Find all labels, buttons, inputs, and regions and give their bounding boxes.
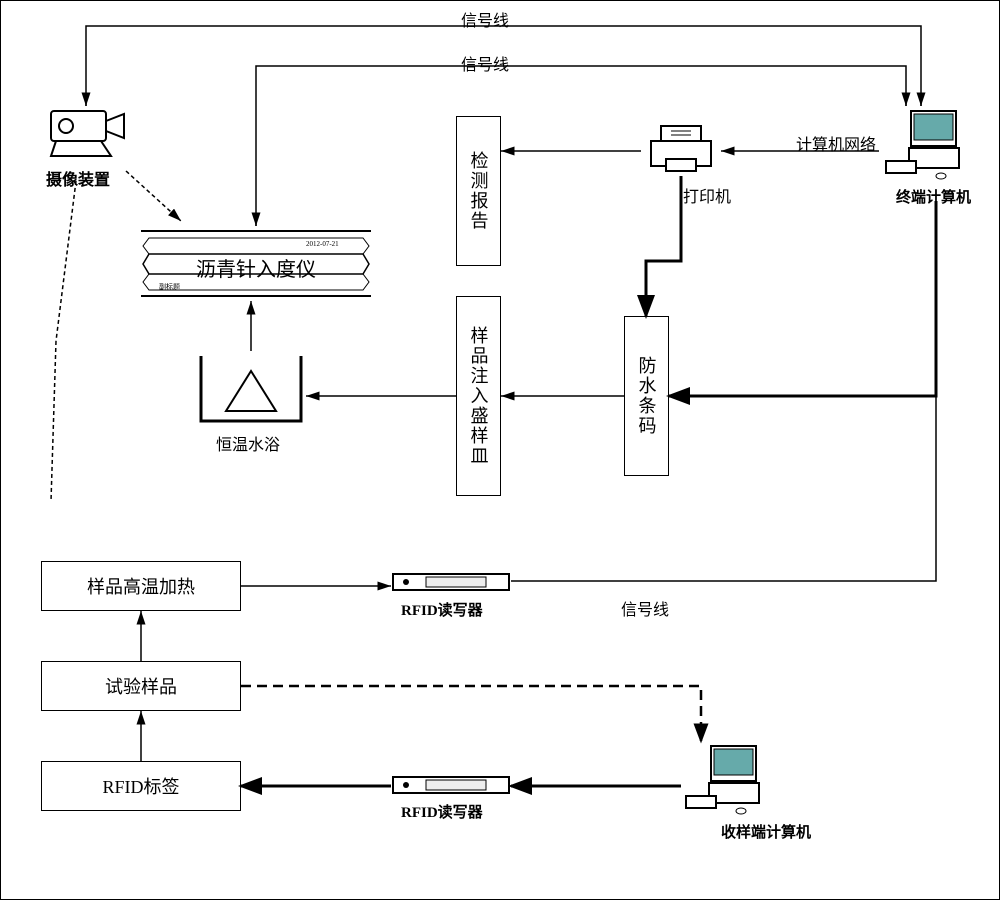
camera-label: 摄像装置 bbox=[46, 166, 110, 190]
sample-heat-label: 样品高温加热 bbox=[87, 573, 195, 599]
receiver-computer-icon bbox=[681, 741, 771, 816]
printer-label: 打印机 bbox=[683, 183, 731, 207]
rfid-tag-label: RFID标签 bbox=[102, 773, 179, 799]
water-bath-label: 恒温水浴 bbox=[216, 431, 280, 455]
receiver-computer-label: 收样端计算机 bbox=[721, 821, 811, 842]
camera-icon bbox=[46, 106, 126, 161]
penetrometer-label: 沥青针入度仪 bbox=[196, 253, 316, 282]
diagram-container: 信号线 信号线 计算机网络 打印机 摄像装置 终端计算机 bbox=[0, 0, 1000, 900]
signal-line-mid-label: 信号线 bbox=[621, 596, 669, 620]
test-report-label: 检测报告 bbox=[466, 151, 492, 231]
rfid-reader-bottom-icon bbox=[391, 769, 511, 799]
rfid-reader-bottom-label: RFID读写器 bbox=[401, 801, 483, 822]
signal-line-label-top1: 信号线 bbox=[461, 7, 509, 31]
rfid-tag-box: RFID标签 bbox=[41, 761, 241, 811]
printer-icon bbox=[641, 121, 721, 176]
rfid-reader-top-label: RFID读写器 bbox=[401, 599, 483, 620]
test-sample-box: 试验样品 bbox=[41, 661, 241, 711]
terminal-computer-label: 终端计算机 bbox=[896, 186, 971, 207]
test-report-box: 检测报告 bbox=[456, 116, 501, 266]
terminal-computer-icon bbox=[881, 106, 971, 181]
penetrometer-small-caption: 副标题 bbox=[159, 282, 180, 292]
inject-dish-box: 样品注入盛样皿 bbox=[456, 296, 501, 496]
test-sample-label: 试验样品 bbox=[105, 673, 177, 699]
computer-network-label: 计算机网络 bbox=[796, 131, 876, 155]
waterproof-barcode-label: 防水条码 bbox=[634, 356, 660, 436]
inject-dish-label: 样品注入盛样皿 bbox=[466, 326, 492, 466]
rfid-reader-top-icon bbox=[391, 566, 511, 596]
penetrometer-box: 沥青针入度仪 2012-07-21 副标题 bbox=[141, 226, 371, 301]
water-bath-icon bbox=[196, 351, 306, 426]
signal-line-label-top2: 信号线 bbox=[461, 51, 509, 75]
sample-heat-box: 样品高温加热 bbox=[41, 561, 241, 611]
waterproof-barcode-box: 防水条码 bbox=[624, 316, 669, 476]
penetrometer-date: 2012-07-21 bbox=[306, 240, 339, 248]
